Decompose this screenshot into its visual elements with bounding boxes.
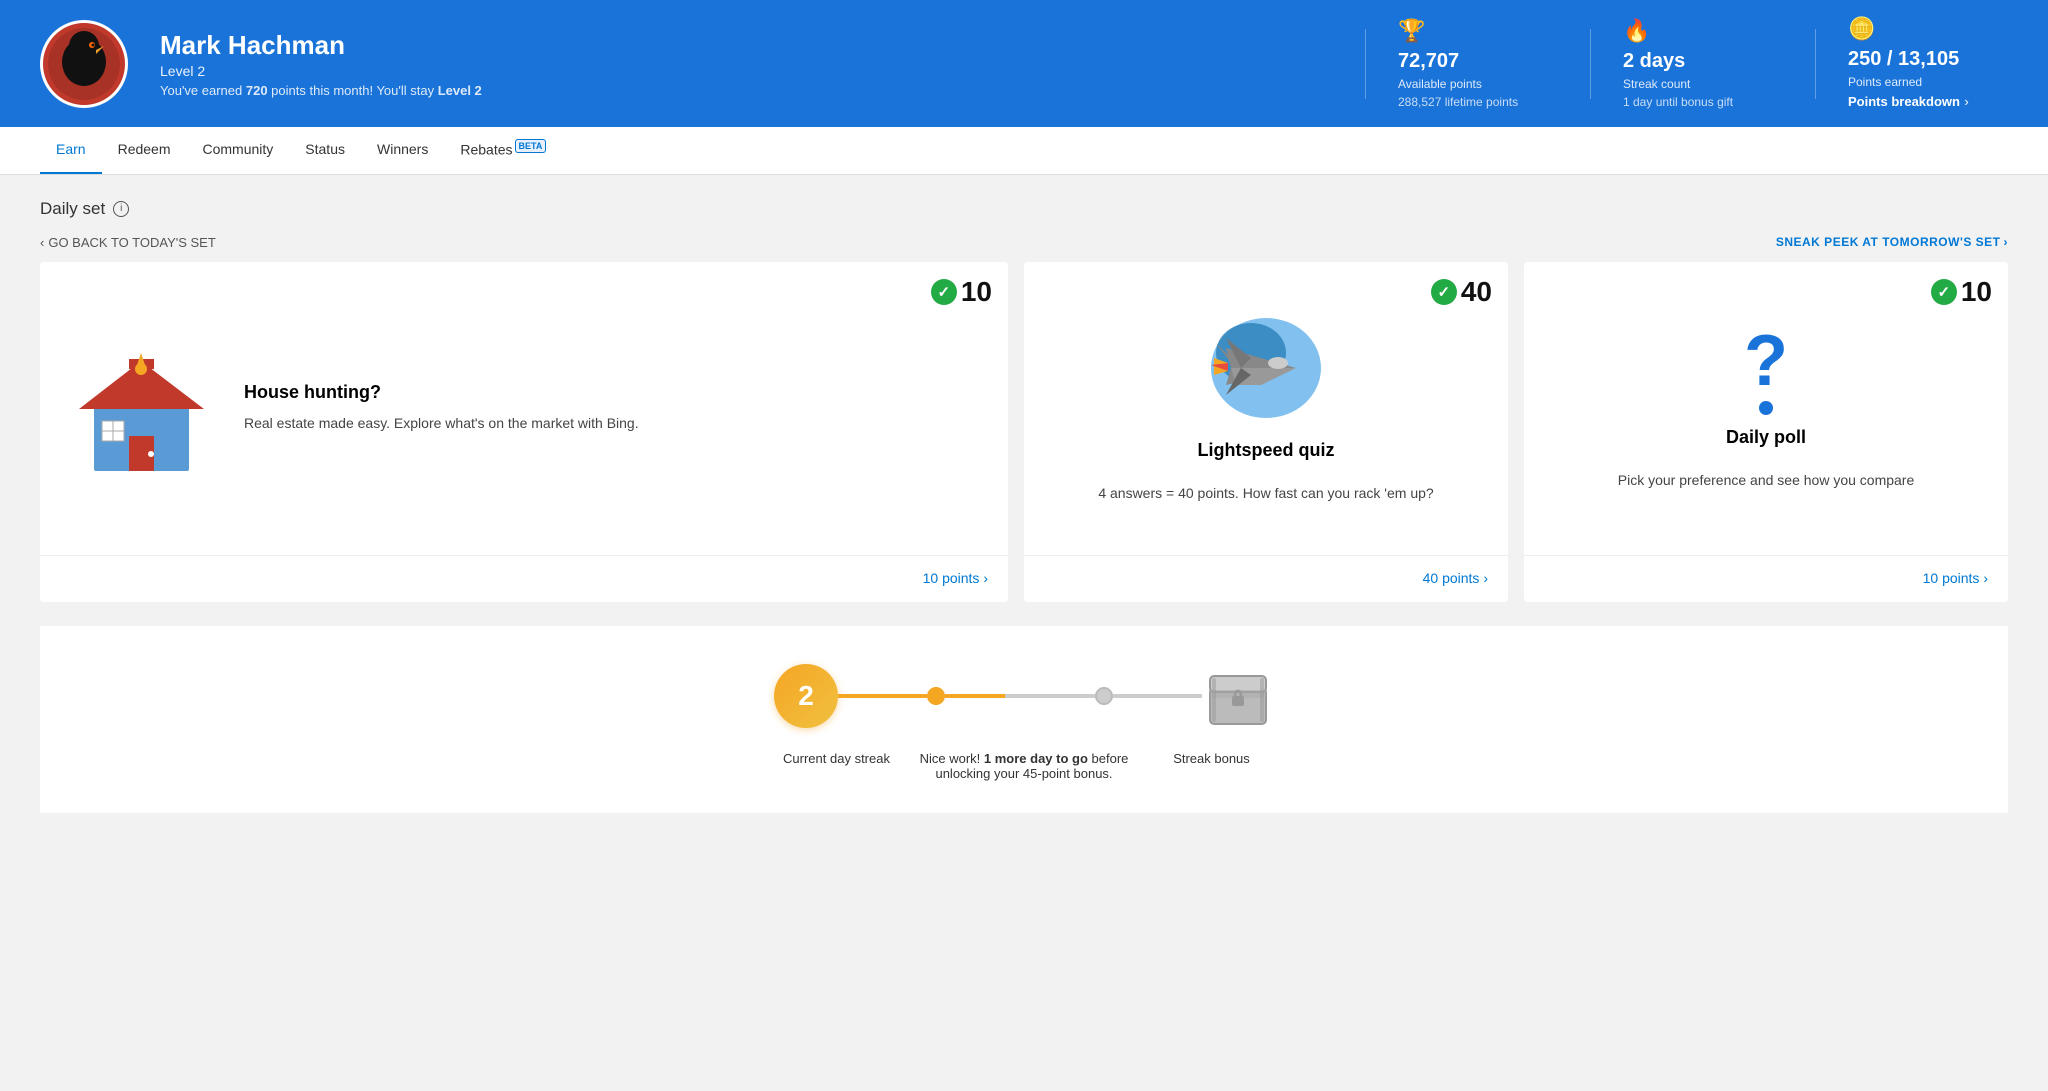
streak-line-2 — [945, 694, 1005, 698]
bonus-streak-label: Streak bonus — [1149, 751, 1274, 781]
card-1-points: 10 — [961, 276, 992, 308]
card-1-title: House hunting? — [244, 382, 984, 403]
streak-stat: 🔥 2 days Streak count 1 day until bonus … — [1623, 18, 1783, 109]
card-daily-poll: ✓ 10 ? Daily poll Pick your preference a… — [1524, 262, 2008, 602]
card-3-badge: ✓ 10 — [1931, 276, 1992, 308]
card-3-title: Daily poll — [1726, 427, 1806, 448]
chevron-right-icon: › — [1964, 94, 1968, 109]
header: Mark Hachman Level 2 You've earned 720 p… — [0, 0, 2048, 127]
card-1-badge: ✓ 10 — [931, 276, 992, 308]
nav-item-redeem[interactable]: Redeem — [102, 127, 187, 174]
sneak-peek-link[interactable]: SNEAK PEEK AT TOMORROW'S SET › — [1776, 235, 2008, 249]
check-icon-2: ✓ — [1431, 279, 1457, 305]
card-3-desc: Pick your preference and see how you com… — [1618, 470, 1915, 491]
back-link[interactable]: ‹ GO BACK TO TODAY'S SET — [40, 235, 216, 250]
streak-section: 2 — [40, 626, 2008, 813]
nav-item-earn[interactable]: Earn — [40, 127, 102, 174]
user-level: Level 2 — [160, 63, 1333, 79]
section-title: Daily set i — [40, 199, 2008, 219]
card-2-points: 40 — [1461, 276, 1492, 308]
card-2-badge: ✓ 40 — [1431, 276, 1492, 308]
house-image — [64, 341, 224, 476]
chevron-left-icon: ‹ — [40, 235, 44, 250]
nav-item-rebates[interactable]: RebatesBETA — [444, 127, 562, 174]
nav-item-winners[interactable]: Winners — [361, 127, 444, 174]
nav-item-status[interactable]: Status — [289, 127, 361, 174]
cards-nav: ‹ GO BACK TO TODAY'S SET SNEAK PEEK AT T… — [40, 235, 2008, 250]
info-icon[interactable]: i — [113, 201, 129, 217]
card-2-title: Lightspeed quiz — [1198, 440, 1335, 461]
user-name: Mark Hachman — [160, 30, 1333, 61]
available-points-stat: 🏆 72,707 Available points 288,527 lifeti… — [1398, 18, 1558, 109]
stat-divider-3 — [1815, 29, 1816, 99]
streak-line-4 — [1113, 694, 1202, 698]
stat-divider-2 — [1590, 29, 1591, 99]
middle-streak-label: Nice work! 1 more day to go before unloc… — [899, 751, 1149, 781]
question-dot — [1759, 401, 1773, 415]
card-3-footer: 10 points › — [1524, 555, 2008, 602]
card-2-footer: 40 points › — [1024, 555, 1508, 602]
card-house-hunting: ✓ 10 — [40, 262, 1008, 602]
card-2-desc: 4 answers = 40 points. How fast can you … — [1098, 483, 1433, 504]
card-1-points-link[interactable]: 10 points › — [923, 570, 988, 586]
streak-bonus-label: 1 day until bonus gift — [1623, 95, 1783, 109]
trophy-icon: 🏆 — [1398, 18, 1558, 44]
streak-line-1 — [838, 694, 927, 698]
jet-image — [1206, 313, 1326, 428]
streak-days-value: 2 days — [1623, 50, 1783, 73]
flame-icon: 🔥 — [1623, 18, 1783, 44]
available-points-label: Available points — [1398, 77, 1558, 91]
beta-badge: BETA — [515, 139, 547, 153]
stat-divider-1 — [1365, 29, 1366, 99]
points-earned-value: 250 / 13,105 — [1848, 48, 2008, 71]
streak-progress-row: 2 — [774, 658, 1274, 735]
user-message: You've earned 720 points this month! You… — [160, 83, 1333, 98]
streak-dot-active — [927, 687, 945, 705]
avatar — [40, 20, 128, 108]
points-breakdown-link[interactable]: Points breakdown — [1848, 94, 1960, 109]
points-earned-label: Points earned — [1848, 75, 2008, 89]
chevron-right-icon: › — [2004, 235, 2009, 249]
coins-icon: 🪙 — [1848, 16, 2008, 42]
streak-count-label: Streak count — [1623, 77, 1783, 91]
card-1-footer: 10 points › — [40, 555, 1008, 602]
points-earned-stat: 🪙 250 / 13,105 Points earned Points brea… — [1848, 16, 2008, 111]
question-mark-icon: ? — [1706, 325, 1826, 397]
lifetime-points: 288,527 lifetime points — [1398, 95, 1558, 109]
nav-item-community[interactable]: Community — [187, 127, 290, 174]
streak-line-3 — [1005, 694, 1094, 698]
cards-row: ✓ 10 — [40, 262, 2008, 602]
streak-circle: 2 — [774, 664, 838, 728]
streak-labels: Current day streak Nice work! 1 more day… — [774, 751, 1274, 781]
check-icon-3: ✓ — [1931, 279, 1957, 305]
streak-dot-empty — [1095, 687, 1113, 705]
card-3-points-link[interactable]: 10 points › — [1923, 570, 1988, 586]
card-2-points-link[interactable]: 40 points › — [1423, 570, 1488, 586]
main-content: Daily set i ‹ GO BACK TO TODAY'S SET SNE… — [0, 175, 2048, 837]
card-3-points: 10 — [1961, 276, 1992, 308]
main-nav: Earn Redeem Community Status Winners Reb… — [0, 127, 2048, 175]
check-icon-1: ✓ — [931, 279, 957, 305]
card-1-desc: Real estate made easy. Explore what's on… — [244, 413, 984, 434]
available-points-value: 72,707 — [1398, 50, 1558, 73]
user-info: Mark Hachman Level 2 You've earned 720 p… — [160, 30, 1333, 98]
question-image: ? — [1706, 325, 1826, 415]
streak-chest — [1202, 658, 1274, 735]
card-lightspeed: ✓ 40 — [1024, 262, 1508, 602]
current-streak-label: Current day streak — [774, 751, 899, 781]
